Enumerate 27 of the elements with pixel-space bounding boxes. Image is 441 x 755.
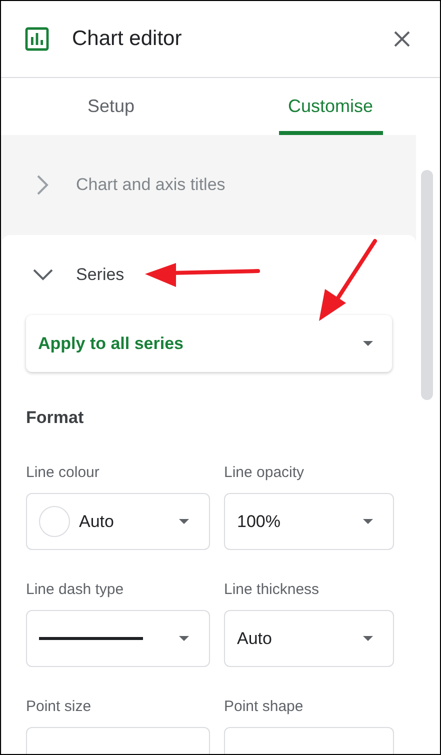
tab[interactable]: Setup: [81, 78, 141, 135]
dropdown-caret-icon: [363, 519, 373, 524]
dropdown-caret-icon: [179, 519, 189, 524]
field-label: Point size: [26, 698, 92, 715]
field-label: Line thickness: [224, 581, 320, 598]
dropdown-caret-icon: [179, 636, 189, 641]
series-dropdown[interactable]: Apply to all series: [26, 315, 392, 372]
section-header[interactable]: Series: [25, 235, 392, 315]
dropdown-field[interactable]: Auto: [26, 493, 210, 550]
close-icon[interactable]: [394, 31, 410, 47]
section-heading: Format: [26, 408, 85, 428]
field-label: Line colour: [26, 464, 100, 481]
panel-title: Chart editor: [72, 27, 183, 51]
dropdown-caret-icon: [363, 636, 373, 641]
field-label: Line dash type: [26, 581, 125, 598]
solid-line-icon: [39, 637, 143, 640]
chevron-down-icon: [33, 269, 53, 281]
field-label: Point shape: [224, 698, 304, 715]
chevron-right-icon: [37, 175, 49, 195]
color-swatch: [39, 506, 70, 537]
scrollbar-thumb[interactable]: [421, 170, 433, 400]
chart-icon: [25, 27, 49, 51]
dropdown-field[interactable]: [26, 610, 210, 667]
dropdown-caret-icon: [363, 341, 373, 346]
dropdown-field[interactable]: 100%: [224, 493, 394, 550]
dropdown-field[interactable]: Auto: [224, 610, 394, 667]
field-label: Line opacity: [224, 464, 306, 481]
